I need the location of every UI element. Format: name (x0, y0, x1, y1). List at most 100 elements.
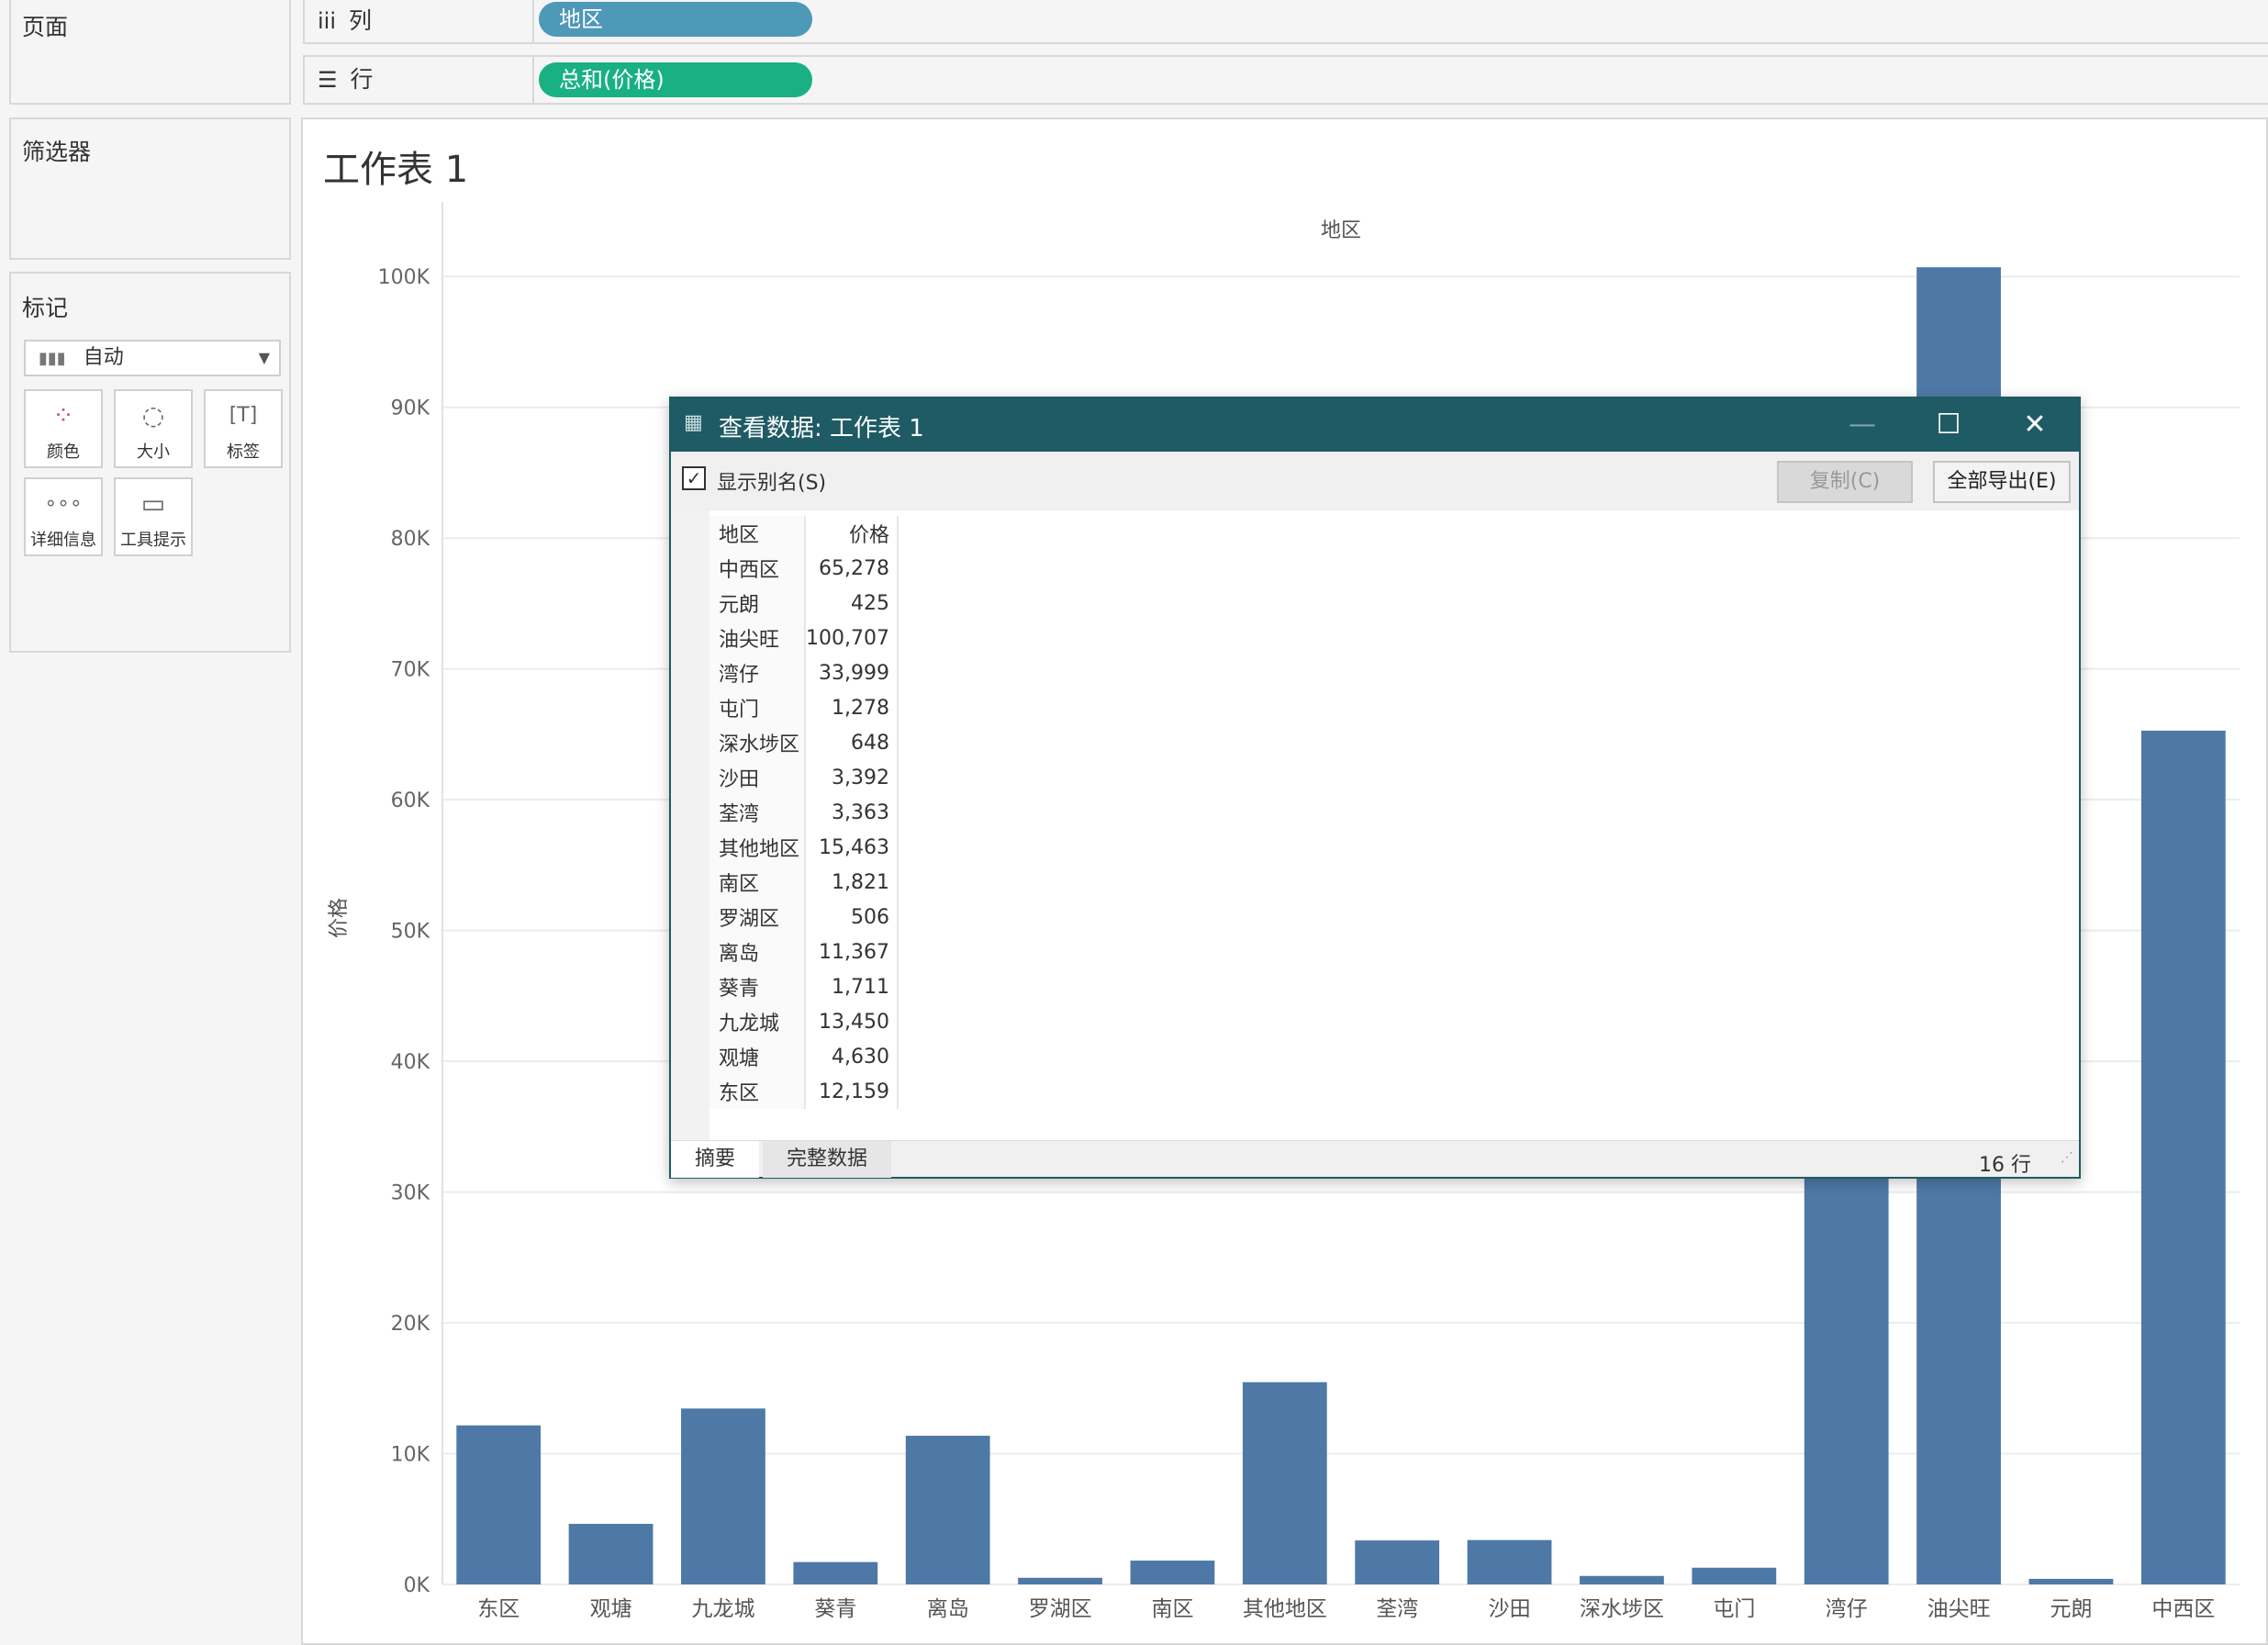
bar (456, 1425, 542, 1584)
x-tick-label: 南区 (1151, 1597, 1193, 1621)
show-alias-checkbox[interactable]: ✓ (682, 466, 706, 490)
columns-pill-label: 地区 (559, 6, 603, 32)
bar (681, 1408, 765, 1584)
price-cell[interactable]: 11,367 (805, 934, 899, 969)
x-tick-label: 东区 (477, 1597, 520, 1621)
region-cell[interactable]: 南区 (709, 865, 806, 900)
price-cell[interactable]: 1,821 (805, 865, 899, 900)
region-cell[interactable]: 湾仔 (709, 655, 806, 690)
region-cell[interactable]: 油尖旺 (709, 621, 806, 655)
region-cell[interactable]: 离岛 (709, 934, 806, 969)
price-cell[interactable]: 648 (805, 725, 899, 760)
marks-panel-title: 标记 (22, 295, 69, 321)
table-row[interactable]: 葵青 1,711 (709, 969, 899, 1004)
region-cell[interactable]: 葵青 (709, 969, 806, 1004)
table-row[interactable]: 观塘 4,630 (709, 1039, 899, 1074)
tooltip-button[interactable]: ▭ 工具提示 (114, 477, 193, 556)
region-cell[interactable]: 观塘 (709, 1039, 806, 1074)
table-row[interactable]: 深水埗区 648 (709, 725, 899, 760)
filters-panel[interactable]: 筛选器 (9, 118, 291, 260)
color-button[interactable]: ⁘ 颜色 (24, 389, 103, 468)
table-row[interactable]: 荃湾 3,363 (709, 795, 899, 830)
region-cell[interactable]: 九龙城 (709, 1004, 806, 1039)
rows-icon: ☰ (318, 67, 338, 93)
y-tick-label: 70K (391, 659, 430, 682)
table-row[interactable]: 南区 1,821 (709, 865, 899, 900)
bar (1467, 1539, 1552, 1584)
region-cell[interactable]: 荃湾 (709, 795, 806, 830)
color-button-label: 颜色 (47, 442, 80, 462)
region-cell[interactable]: 中西区 (709, 551, 806, 586)
price-cell[interactable]: 100,707 (805, 621, 899, 655)
x-tick-label: 其他地区 (1243, 1597, 1327, 1621)
price-cell[interactable]: 506 (805, 900, 899, 934)
price-cell[interactable]: 33,999 (805, 655, 899, 690)
x-tick-label: 油尖旺 (1927, 1597, 1991, 1621)
table-row[interactable]: 屯门 1,278 (709, 690, 899, 725)
price-cell[interactable]: 1,278 (805, 690, 899, 725)
price-cell[interactable]: 3,392 (805, 760, 899, 795)
table-row[interactable]: 罗湖区 506 (709, 900, 899, 934)
resize-grip-icon[interactable]: ⋰ (2061, 1150, 2073, 1165)
table-row[interactable]: 东区 12,159 (709, 1074, 899, 1109)
bar (1242, 1382, 1327, 1584)
rows-pill[interactable]: 总和(价格) (539, 62, 812, 97)
price-cell[interactable]: 425 (805, 586, 899, 621)
price-cell[interactable]: 1,711 (805, 969, 899, 1004)
region-cell[interactable]: 元朗 (709, 586, 806, 621)
table-row[interactable]: 元朗 425 (709, 586, 899, 621)
table-row[interactable]: 湾仔 33,999 (709, 655, 899, 690)
table-icon: ▦ (684, 411, 703, 434)
columns-icon: iii (318, 8, 337, 34)
price-cell[interactable]: 65,278 (805, 551, 899, 586)
table-row[interactable]: 沙田 3,392 (709, 760, 899, 795)
minimize-icon[interactable]: — (1820, 398, 1905, 452)
table-row[interactable]: 中西区 65,278 (709, 551, 899, 586)
region-cell[interactable]: 深水埗区 (709, 725, 806, 760)
data-table: 地区 价格 中西区 65,278 元朗 425 油尖旺 100,707 湾仔 33,999 屯门… (709, 516, 899, 1109)
column-header-region[interactable]: 地区 (709, 516, 806, 551)
size-button[interactable]: ◌ 大小 (114, 389, 193, 468)
price-cell[interactable]: 4,630 (805, 1039, 899, 1074)
price-cell[interactable]: 3,363 (805, 795, 899, 830)
close-icon[interactable]: ✕ (1993, 398, 2077, 452)
price-cell[interactable]: 12,159 (805, 1074, 899, 1109)
region-cell[interactable]: 屯门 (709, 690, 806, 725)
tab-summary[interactable]: 摘要 (671, 1141, 759, 1178)
rows-pill-label: 总和(价格) (559, 67, 665, 93)
x-tick-label: 观塘 (590, 1597, 632, 1621)
marks-panel: 标记 ▮▮▮ 自动 ▼ ⁘ 颜色 ◌ 大小 [T] 标签 ∘∘∘ 详细信息 ▭ … (9, 272, 291, 653)
size-icon: ◌ (141, 400, 165, 431)
x-tick-label: 深水埗区 (1580, 1597, 1664, 1621)
x-tick-label: 元朗 (2050, 1597, 2092, 1621)
rows-shelf[interactable]: ☰ 行 总和(价格) (303, 55, 2268, 105)
copy-button[interactable]: 复制(C) (1777, 461, 1913, 503)
table-row[interactable]: 九龙城 13,450 (709, 1004, 899, 1039)
region-cell[interactable]: 东区 (709, 1074, 806, 1109)
export-all-button[interactable]: 全部导出(E) (1933, 461, 2071, 503)
table-row[interactable]: 其他地区 15,463 (709, 830, 899, 865)
y-tick-label: 20K (391, 1313, 430, 1336)
price-cell[interactable]: 13,450 (805, 1004, 899, 1039)
table-row[interactable]: 离岛 11,367 (709, 934, 899, 969)
x-tick-label: 中西区 (2151, 1597, 2215, 1621)
bar (1130, 1561, 1215, 1584)
label-button[interactable]: [T] 标签 (204, 389, 283, 468)
detail-button[interactable]: ∘∘∘ 详细信息 (24, 477, 103, 556)
price-cell[interactable]: 15,463 (805, 830, 899, 865)
region-cell[interactable]: 其他地区 (709, 830, 806, 865)
region-cell[interactable]: 沙田 (709, 760, 806, 795)
table-row[interactable]: 油尖旺 100,707 (709, 621, 899, 655)
show-alias-label[interactable]: 显示别名(S) (717, 466, 826, 496)
x-tick-label: 离岛 (927, 1597, 969, 1621)
maximize-icon[interactable]: ☐ (1906, 398, 1991, 452)
row-count: 16 行 (1979, 1154, 2031, 1177)
dialog-titlebar[interactable]: ▦ 查看数据: 工作表 1 — ☐ ✕ (671, 398, 2079, 452)
mark-type-select[interactable]: ▮▮▮ 自动 ▼ (24, 340, 281, 376)
tab-full-data[interactable]: 完整数据 (763, 1141, 891, 1178)
columns-pill[interactable]: 地区 (539, 2, 812, 37)
region-cell[interactable]: 罗湖区 (709, 900, 806, 934)
columns-shelf[interactable]: iii 列 地区 (303, 0, 2268, 44)
chevron-down-icon[interactable]: ▼ (259, 341, 270, 375)
column-header-price[interactable]: 价格 (805, 516, 899, 551)
